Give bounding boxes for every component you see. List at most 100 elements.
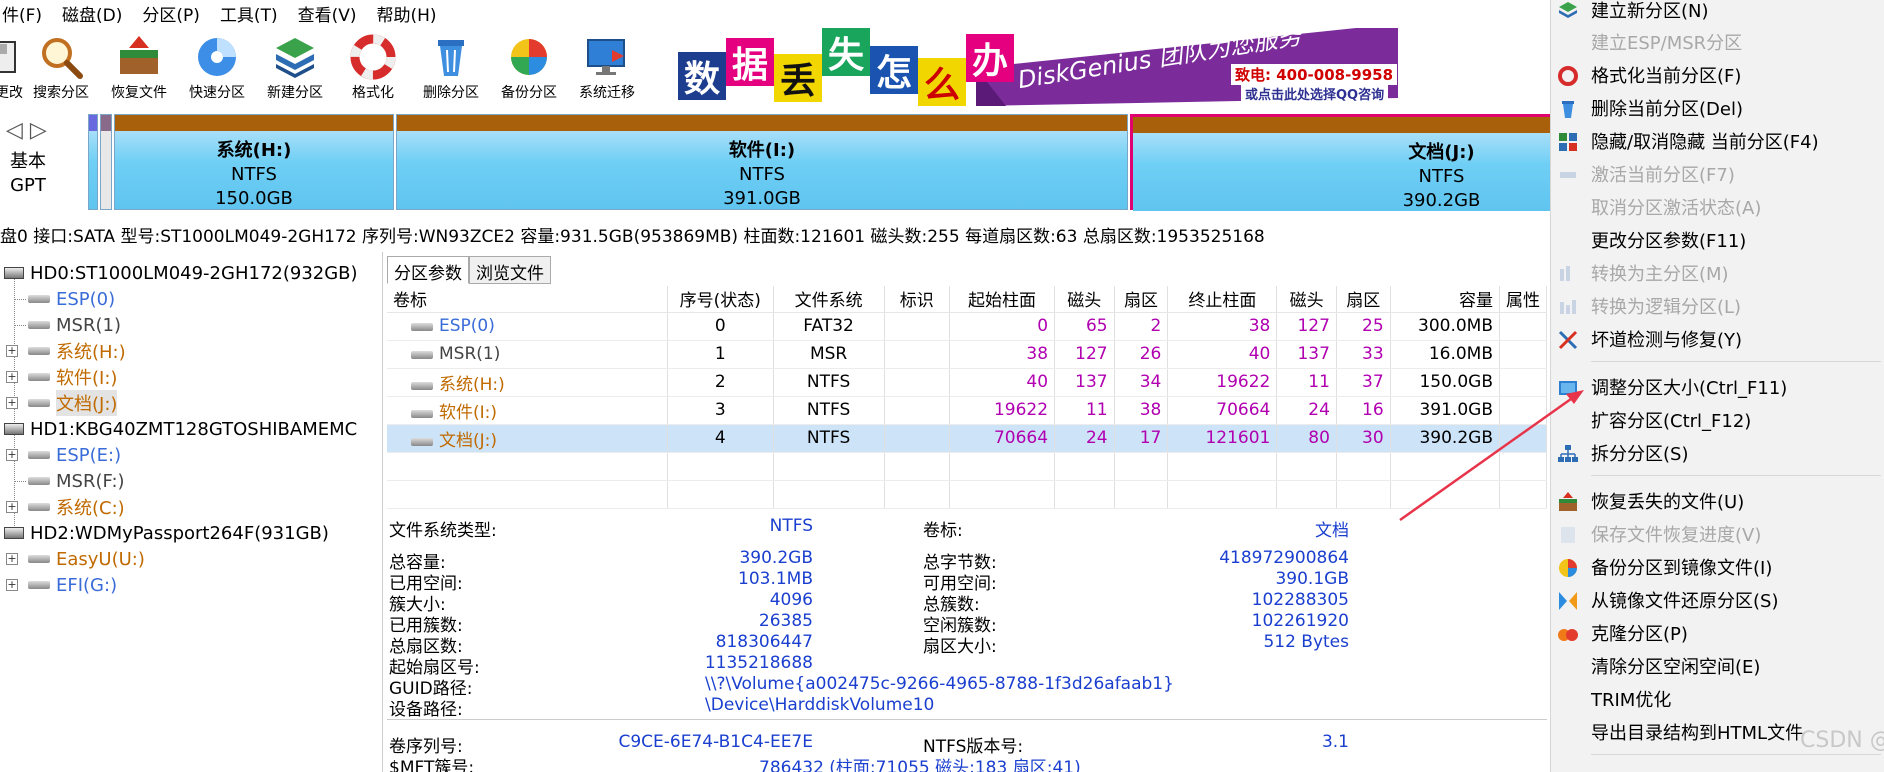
tree-item-software-i[interactable]: 软件(I:)	[28, 364, 117, 390]
expand-toggle[interactable]: +	[6, 397, 18, 409]
trash-icon	[1562, 101, 1574, 118]
tree-item-esp-e[interactable]: ESP(E:)	[28, 442, 121, 468]
col-attributes[interactable]: 属性	[1499, 286, 1547, 313]
menu-item-to-primary[interactable]: 转换为主分区(M)	[1551, 257, 1884, 289]
menu-item-save-recovery-progress[interactable]: 保存文件恢复进度(V)	[1551, 518, 1884, 550]
banner-tile: 怎	[870, 46, 918, 94]
tab-browse-files[interactable]: 浏览文件	[469, 256, 551, 284]
split-icon	[1558, 445, 1578, 462]
tree-item-easyu-u[interactable]: EasyU(U:)	[28, 546, 145, 572]
tree-item-msr1[interactable]: MSR(1)	[28, 312, 121, 338]
menu-item-extend-partition[interactable]: 扩容分区(Ctrl_F12)	[1551, 404, 1884, 436]
col-filesystem[interactable]: 文件系统	[773, 286, 885, 313]
col-start-cylinder[interactable]: 起始柱面	[949, 286, 1056, 313]
tree-item-system-c[interactable]: 系统(C:)	[28, 494, 125, 520]
menu-view[interactable]: 查看(V)	[298, 1, 357, 26]
table-row[interactable]: ESP(0) 0 FAT32 0 65 2 38 127 25 300.0MB	[387, 312, 1547, 341]
menu-partition[interactable]: 分区(P)	[142, 1, 200, 26]
menu-help[interactable]: 帮助(H)	[377, 1, 437, 26]
menu-item-resize-partition[interactable]: 调整分区大小(Ctrl_F11)	[1551, 371, 1884, 403]
menu-item-clone-partition[interactable]: 克隆分区(P)	[1551, 617, 1884, 649]
col-start-head[interactable]: 磁头	[1054, 286, 1115, 313]
banner-tile: 失	[822, 28, 870, 76]
menu-item-to-logical[interactable]: 转换为逻辑分区(L)	[1551, 290, 1884, 322]
col-end-sector[interactable]: 扇区	[1336, 286, 1391, 313]
menu-item-split-partition[interactable]: 拆分分区(S)	[1551, 437, 1884, 469]
menu-item-trim[interactable]: TRIM优化	[1551, 683, 1884, 715]
partition-msr-block[interactable]	[100, 114, 112, 210]
system-migration-button[interactable]: 系统迁移	[568, 26, 646, 110]
ad-banner[interactable]: 数 据 丢 失 怎 么 办 DiskGenius 团队为您服务 致电: 400-…	[676, 28, 1398, 106]
delete-partition-button[interactable]: 删除分区	[412, 26, 490, 110]
col-start-sector[interactable]: 扇区	[1114, 286, 1169, 313]
format-button[interactable]: 格式化	[334, 26, 412, 110]
expand-toggle[interactable]: +	[6, 579, 18, 591]
expand-toggle[interactable]: +	[6, 501, 18, 513]
tree-item-documents-j[interactable]: 文档(J:)	[28, 390, 118, 416]
expand-toggle[interactable]: +	[6, 345, 18, 357]
convert-logical-icon	[1560, 300, 1576, 314]
tree-item-esp0[interactable]: ESP(0)	[28, 286, 115, 312]
tree-item-msr-f[interactable]: MSR(F:)	[28, 468, 125, 494]
new-partition-button[interactable]: 新建分区	[256, 26, 334, 110]
table-row[interactable]: 系统(H:) 2 NTFS 40 137 34 19622 11 37 150.…	[387, 368, 1547, 397]
table-row[interactable]: MSR(1) 1 MSR 38 127 26 40 137 33 16.0MB	[387, 340, 1547, 369]
disk-map: ◁ ▷ 基本 GPT 系统(H:) NTFS 150.0GB 软件(I:) NT…	[0, 112, 1550, 214]
menu-item-create-esp-msr[interactable]: 建立ESP/MSR分区	[1551, 26, 1884, 58]
panel-tabs: 分区参数 浏览文件	[387, 256, 551, 284]
table-row-selected[interactable]: 文档(J:) 4 NTFS 70664 24 17 121601 80 30 3…	[387, 424, 1547, 453]
col-volume[interactable]: 卷标	[387, 286, 669, 313]
menu-disk[interactable]: 磁盘(D)	[62, 1, 122, 26]
partition-table: 卷标 序号(状态) 文件系统 标识 起始柱面 磁头 扇区 终止柱面 磁头 扇区 …	[387, 286, 1547, 509]
menu-item-deactivate[interactable]: 取消分区激活状态(A)	[1551, 191, 1884, 223]
expand-toggle[interactable]: +	[6, 553, 18, 565]
menu-file[interactable]: 件(F)	[2, 1, 42, 26]
table-header-row: 卷标 序号(状态) 文件系统 标识 起始柱面 磁头 扇区 终止柱面 磁头 扇区 …	[387, 286, 1547, 313]
menu-item-activate[interactable]: 激活当前分区(F7)	[1551, 158, 1884, 190]
details-divider	[387, 719, 1547, 720]
magnifier-icon	[42, 38, 83, 79]
search-partition-button[interactable]: 搜索分区	[22, 26, 100, 110]
menu-item-format[interactable]: 格式化当前分区(F)	[1551, 59, 1884, 91]
partition-esp-block[interactable]	[88, 114, 98, 210]
expand-toggle[interactable]: +	[6, 371, 18, 383]
col-capacity[interactable]: 容量	[1390, 286, 1501, 313]
expand-toggle[interactable]: +	[6, 449, 18, 461]
menu-item-bad-sector-check[interactable]: 坏道检测与修复(Y)	[1551, 323, 1884, 355]
menu-item-restore-from-image[interactable]: 从镜像文件还原分区(S)	[1551, 584, 1884, 616]
table-row[interactable]: 软件(I:) 3 NTFS 19622 11 38 70664 24 16 39…	[387, 396, 1547, 425]
format-icon	[1558, 66, 1578, 86]
tab-partition-params[interactable]: 分区参数	[387, 256, 469, 284]
menu-item-delete[interactable]: 删除当前分区(Del)	[1551, 92, 1884, 124]
banner-tile: 办	[966, 34, 1014, 82]
menu-item-wipe-free-space[interactable]: 清除分区空闲空间(E)	[1551, 650, 1884, 682]
col-end-cylinder[interactable]: 终止柱面	[1167, 286, 1278, 313]
backup-partition-button[interactable]: 备份分区	[490, 26, 568, 110]
menu-item-backup-to-image[interactable]: 备份分区到镜像文件(I)	[1551, 551, 1884, 583]
menu-item-change-params[interactable]: 更改分区参数(F11)	[1551, 224, 1884, 256]
col-flag[interactable]: 标识	[884, 286, 950, 313]
partition-icon	[28, 399, 50, 407]
partition-icon	[28, 295, 50, 303]
partition-block-software[interactable]: 软件(I:) NTFS 391.0GB	[396, 114, 1128, 210]
partition-block-system[interactable]: 系统(H:) NTFS 150.0GB	[114, 114, 394, 210]
tree-disk-hd2[interactable]: HD2:WDMyPassport264F(931GB)	[4, 520, 329, 546]
menu-item-recover-files[interactable]: 恢复丢失的文件(U)	[1551, 485, 1884, 517]
tree-item-efi-g[interactable]: EFI(G:)	[28, 572, 117, 598]
pie-icon	[1559, 559, 1577, 577]
tree-item-system-h[interactable]: 系统(H:)	[28, 338, 126, 364]
menu-tools[interactable]: 工具(T)	[220, 1, 278, 26]
col-index[interactable]: 序号(状态)	[667, 286, 774, 313]
tree-disk-hd1[interactable]: HD1:KBG40ZMT128GTOSHIBAMEMC	[4, 416, 357, 442]
menu-item-new-partition[interactable]: 建立新分区(N)	[1551, 0, 1884, 26]
disk-nav-arrows[interactable]: ◁ ▷	[6, 118, 47, 143]
partition-icon	[411, 409, 433, 418]
col-end-head[interactable]: 磁头	[1276, 286, 1337, 313]
menu-item-hide-unhide[interactable]: 隐藏/取消隐藏 当前分区(F4)	[1551, 125, 1884, 157]
recover-files-button[interactable]: 恢复文件	[100, 26, 178, 110]
save-changes-button[interactable]: 存更改	[0, 26, 23, 110]
quick-partition-button[interactable]: 快速分区	[178, 26, 256, 110]
tree-disk-hd0[interactable]: HD0:ST1000LM049-2GH172(932GB)	[4, 260, 358, 286]
partition-icon	[28, 503, 50, 511]
partition-block-documents[interactable]: 文档(J:) NTFS 390.2GB	[1130, 114, 1550, 211]
